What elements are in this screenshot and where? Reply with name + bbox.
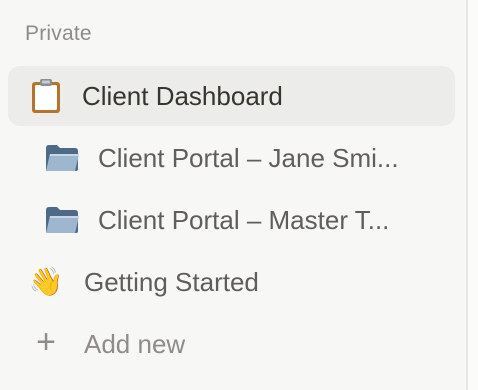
waving-hand-icon: 👋 bbox=[28, 266, 64, 297]
sidebar-item-client-dashboard[interactable]: Client Dashboard bbox=[8, 66, 455, 126]
folder-icon bbox=[40, 198, 84, 242]
sidebar-item-client-portal-jane[interactable]: Client Portal – Jane Smi... bbox=[8, 128, 455, 188]
add-new-label: Add new bbox=[84, 328, 186, 359]
sidebar-item-label: Getting Started bbox=[84, 266, 259, 297]
sidebar-item-label: Client Portal – Master T... bbox=[98, 204, 390, 235]
sidebar: Private Client Dashboard Client Portal –… bbox=[0, 0, 466, 390]
content-edge bbox=[468, 0, 478, 390]
sidebar-item-client-portal-master[interactable]: Client Portal – Master T... bbox=[8, 190, 455, 250]
add-new-button[interactable]: + Add new bbox=[8, 314, 455, 374]
section-label-private[interactable]: Private bbox=[25, 22, 92, 46]
sidebar-item-label: Client Portal – Jane Smi... bbox=[98, 142, 399, 173]
folder-icon bbox=[40, 136, 84, 180]
clipboard-icon bbox=[24, 74, 68, 118]
sidebar-item-label: Client Dashboard bbox=[82, 80, 283, 111]
plus-icon: + bbox=[36, 323, 56, 361]
sidebar-item-getting-started[interactable]: 👋 Getting Started bbox=[8, 252, 455, 312]
